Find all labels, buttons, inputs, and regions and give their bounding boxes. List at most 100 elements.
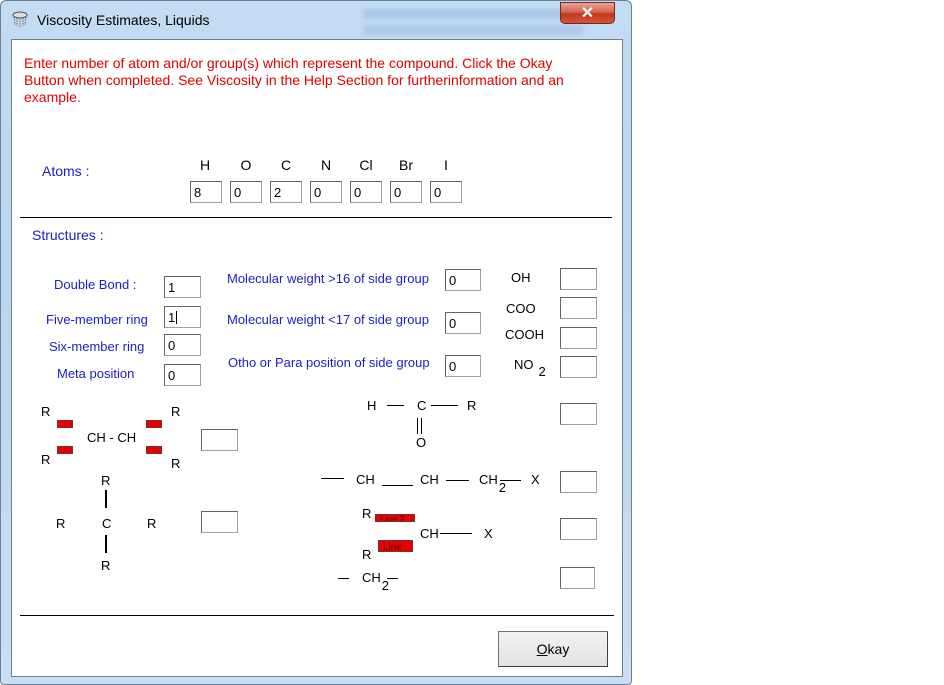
no2-label: NO 2: [514, 357, 546, 379]
methylene-input[interactable]: [560, 567, 595, 589]
mw-gt16-input[interactable]: 0: [445, 269, 481, 291]
window-title: Viscosity Estimates, Liquids: [37, 12, 210, 28]
no2-label-main: NO: [514, 357, 534, 372]
meta-position-label: Meta position: [57, 366, 135, 381]
bond-line-marker: [57, 446, 73, 454]
r-group: R: [467, 398, 477, 413]
r-group: R: [101, 558, 111, 573]
carbon-label: C: [102, 516, 112, 531]
meta-position-input[interactable]: 0: [164, 364, 201, 386]
coo-label: COO: [506, 301, 536, 316]
double-bond: [417, 418, 418, 434]
ch2-label: CH2: [362, 570, 389, 593]
r-group: R: [171, 456, 181, 471]
mw-lt17-input[interactable]: 0: [445, 312, 481, 334]
ch-label: CH: [356, 472, 375, 487]
six-member-ring-label: Six-member ring: [49, 339, 145, 354]
okay-label: kay: [547, 641, 570, 657]
ch2-subscript: 2: [381, 578, 390, 593]
atom-header-c: C: [280, 157, 292, 173]
instructions-text: Enter number of atom and/or group(s) whi…: [24, 55, 564, 105]
close-icon: ✕: [580, 5, 595, 22]
hydrogen-label: H: [367, 398, 377, 413]
atom-c-input[interactable]: 2: [270, 181, 302, 203]
atom-header-n: N: [320, 157, 332, 173]
background-window-text: [363, 25, 583, 35]
ch-ch-label: CH - CH: [87, 430, 137, 445]
ch2-subscript: 2: [498, 480, 507, 495]
oh-input[interactable]: [560, 268, 597, 290]
ch-ch-input[interactable]: [201, 429, 238, 451]
close-button[interactable]: ✕: [560, 2, 615, 24]
atom-n-input[interactable]: 0: [310, 181, 342, 203]
r-group: R: [362, 506, 372, 521]
r-group: R: [56, 516, 66, 531]
structures-label: Structures :: [32, 227, 104, 243]
ortho-para-input[interactable]: 0: [445, 355, 481, 377]
atom-i-input[interactable]: 0: [430, 181, 462, 203]
carbon-label: C: [417, 398, 427, 413]
atom-header-br: Br: [399, 157, 413, 173]
atoms-label: Atoms :: [42, 163, 90, 179]
r-group: R: [147, 516, 157, 531]
oxygen-label: O: [416, 435, 427, 450]
bond-line-marker: Line 2: [375, 514, 415, 522]
atom-header-cl: Cl: [359, 157, 373, 173]
text-cursor: [176, 311, 178, 324]
atom-cl-input[interactable]: 0: [350, 181, 382, 203]
okay-accelerator: O: [536, 641, 548, 657]
double-bond-input[interactable]: 1: [164, 276, 201, 298]
double-bond: [421, 418, 422, 434]
quaternary-carbon-input[interactable]: [201, 511, 238, 533]
x-group: X: [484, 526, 493, 541]
single-bond: [500, 480, 521, 481]
atom-o-input[interactable]: 0: [230, 181, 262, 203]
no2-label-subscript: 2: [538, 364, 546, 379]
atom-header-o: O: [240, 157, 252, 173]
single-bond: [338, 578, 349, 579]
single-bond: [105, 535, 107, 553]
aldehyde-input[interactable]: [560, 403, 597, 425]
mw-gt16-label: Molecular weight >16 of side group: [227, 271, 429, 286]
bottom-divider: [20, 615, 614, 616]
five-member-ring-label: Five-member ring: [46, 312, 148, 327]
dialog-window: Viscosity Estimates, Liquids ✕ Enter num…: [0, 0, 632, 685]
r-group: R: [101, 473, 111, 488]
coo-input[interactable]: [560, 297, 597, 319]
atom-header-i: I: [444, 157, 448, 173]
cooh-label: COOH: [505, 327, 544, 342]
single-bond: [446, 480, 469, 481]
bond-line-marker: [146, 420, 162, 428]
single-bond: [431, 405, 458, 406]
single-bond: [387, 578, 398, 579]
branch-input[interactable]: [560, 518, 597, 540]
atom-br-input[interactable]: 0: [390, 181, 422, 203]
bond-line-marker: [57, 420, 73, 428]
title-bar[interactable]: Viscosity Estimates, Liquids ✕: [1, 1, 631, 39]
ch-main: CH: [479, 472, 498, 487]
single-bond: [440, 533, 472, 534]
ch-label: CH: [420, 526, 439, 541]
dialog-client-area: Enter number of atom and/or group(s) whi…: [11, 39, 623, 677]
single-bond: [105, 490, 107, 508]
no2-input[interactable]: [560, 356, 597, 378]
cooh-input[interactable]: [560, 327, 597, 349]
r-group: R: [41, 452, 51, 467]
atom-h-input[interactable]: 8: [190, 181, 222, 203]
bond-line-marker: Line: [378, 540, 413, 552]
okay-button[interactable]: Okay: [498, 631, 608, 667]
oh-label: OH: [511, 270, 531, 285]
section-divider: [20, 217, 612, 218]
mw-lt17-label: Molecular weight <17 of side group: [227, 312, 429, 327]
six-member-ring-input[interactable]: 0: [164, 334, 201, 356]
chain-input[interactable]: [560, 471, 597, 493]
ortho-para-label: Otho or Para position of side group: [228, 355, 430, 370]
double-bond-label: Double Bond :: [54, 277, 137, 292]
five-member-ring-input[interactable]: 1: [164, 306, 201, 328]
viscosity-app-icon: [12, 11, 28, 27]
five-member-ring-value: 1: [168, 310, 176, 325]
ch-label: CH: [420, 472, 439, 487]
r-group: R: [41, 404, 51, 419]
single-bond: [387, 405, 404, 406]
r-group: R: [171, 404, 181, 419]
